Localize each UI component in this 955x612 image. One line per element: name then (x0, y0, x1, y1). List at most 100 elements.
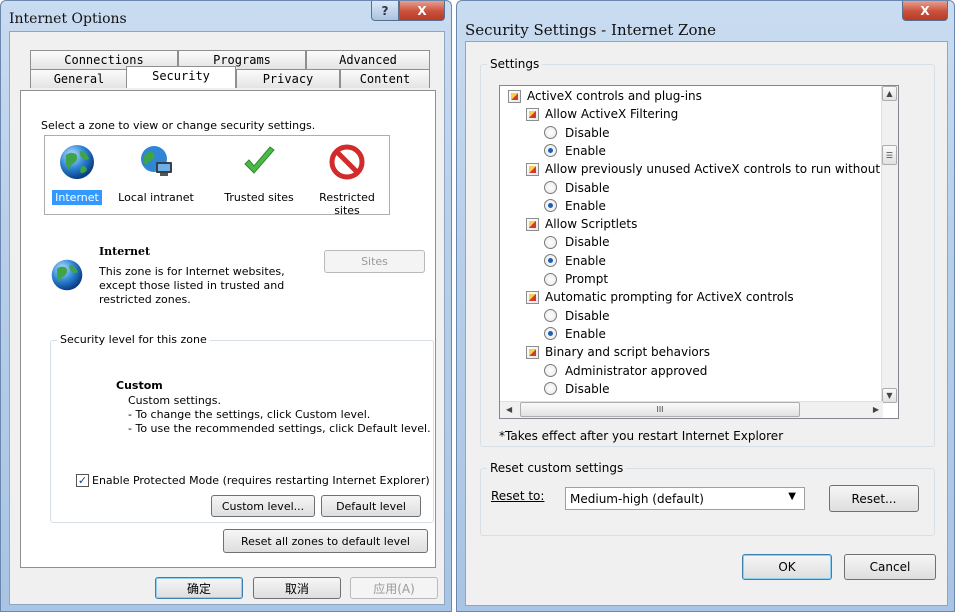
protected-mode-checkbox[interactable]: ✓ (76, 474, 89, 487)
security-tab-panel: Select a zone to view or change security… (20, 90, 436, 568)
dialog-client-area: Settings ActiveX controls and plug-ins Al… (465, 41, 948, 606)
security-settings-window: Security Settings - Internet Zone X Sett… (456, 0, 955, 612)
checkmark-icon (244, 146, 275, 174)
setting-option[interactable]: Disable (544, 380, 610, 398)
radio-selected-icon[interactable] (544, 254, 557, 268)
settings-list[interactable]: ActiveX controls and plug-ins Allow Activ… (499, 85, 899, 419)
reset-button[interactable]: Reset... (829, 485, 919, 512)
reset-custom-group: Reset custom settings Reset to: Medium-h… (480, 461, 935, 536)
setting-item: Allow Scriptlets (526, 215, 637, 233)
ok-button[interactable]: 确定 (155, 577, 243, 599)
zone-restricted-sites[interactable]: Restricted sites (305, 142, 389, 217)
custom-level-button[interactable]: Custom level... (211, 495, 315, 517)
default-level-button[interactable]: Default level (321, 495, 421, 517)
settings-shield-icon (526, 345, 539, 359)
hscroll-thumb[interactable]: III (520, 402, 800, 417)
select-zone-instruction: Select a zone to view or change security… (41, 119, 316, 132)
setting-text: Prompt (565, 272, 609, 286)
zone-trusted-sites[interactable]: Trusted sites (217, 142, 301, 204)
help-button[interactable]: ? (371, 1, 399, 21)
setting-text: Enable (565, 143, 606, 158)
settings-label: Settings (487, 57, 543, 71)
radio-selected-icon[interactable] (544, 327, 557, 341)
protected-mode-row: ✓ Enable Protected Mode (requires restar… (76, 474, 430, 487)
tab-content[interactable]: Content (340, 69, 430, 88)
setting-option[interactable]: Disable (544, 179, 610, 197)
close-button[interactable]: X (399, 1, 445, 21)
zone-label: Internet (52, 190, 102, 205)
settings-shield-icon (526, 162, 539, 176)
radio-icon[interactable] (544, 364, 557, 377)
setting-option[interactable]: Enable (544, 197, 606, 215)
setting-option[interactable]: Enable (544, 142, 606, 160)
setting-option[interactable]: Administrator approved (544, 362, 707, 380)
close-button[interactable]: X (902, 1, 948, 21)
setting-item: Allow ActiveX Filtering (526, 105, 678, 123)
scroll-down-icon[interactable]: ▼ (882, 388, 897, 403)
zone-label: Local intranet (118, 191, 194, 204)
vertical-scrollbar[interactable]: ▲ ☰ ▼ (881, 86, 898, 403)
tab-privacy[interactable]: Privacy (236, 69, 340, 88)
zone-internet[interactable]: Internet (47, 142, 107, 205)
radio-icon[interactable] (544, 309, 557, 323)
sites-button[interactable]: Sites (324, 250, 425, 273)
setting-option[interactable]: Enable (544, 252, 606, 270)
reset-to-label: Reset to: (491, 489, 545, 503)
intranet-icon (141, 146, 172, 176)
internet-options-window: Internet Options ? X Connections Program… (0, 0, 452, 612)
setting-item: Binary and script behaviors (526, 343, 710, 361)
reset-all-zones-button[interactable]: Reset all zones to default level (223, 529, 428, 553)
setting-text: Administrator approved (565, 363, 708, 378)
zone-name: Internet (99, 245, 151, 258)
hscroll-thumb-grip-icon: III (656, 405, 664, 414)
help-icon: ? (381, 3, 389, 18)
reset-to-select[interactable]: Medium-high (default) ▼ (565, 487, 805, 510)
window-title: Internet Options (9, 11, 127, 27)
cancel-button[interactable]: 取消 (253, 577, 341, 599)
prohibited-icon (329, 144, 365, 180)
window-title: Security Settings - Internet Zone (465, 21, 717, 39)
close-icon: X (417, 3, 427, 18)
level-line1: Custom settings. (128, 394, 222, 407)
setting-text: Disable (565, 125, 610, 140)
radio-selected-icon[interactable] (544, 144, 557, 158)
radio-icon[interactable] (544, 272, 557, 286)
scroll-thumb[interactable]: ☰ (882, 145, 897, 165)
setting-text: Enable (565, 198, 606, 213)
tab-security[interactable]: Security (126, 66, 236, 88)
tab-advanced[interactable]: Advanced (306, 50, 430, 69)
setting-option[interactable]: Disable (544, 233, 610, 251)
setting-text: Disable (565, 235, 610, 250)
radio-icon[interactable] (544, 235, 557, 249)
setting-text: Automatic prompting for ActiveX controls (545, 290, 794, 305)
scroll-right-icon[interactable]: ▶ (873, 405, 879, 414)
apply-button[interactable]: 应用(A) (350, 577, 438, 599)
radio-icon[interactable] (544, 181, 557, 194)
setting-option[interactable]: Disable (544, 307, 610, 325)
radio-icon[interactable] (544, 382, 557, 396)
setting-item: Allow previously unused ActiveX controls… (526, 160, 898, 178)
cancel-button[interactable]: Cancel (844, 554, 936, 580)
setting-category: ActiveX controls and plug-ins (508, 87, 702, 105)
radio-selected-icon[interactable] (544, 199, 557, 213)
setting-text: Allow Scriptlets (545, 217, 638, 232)
setting-option[interactable]: Prompt (544, 270, 608, 288)
settings-shield-icon (526, 107, 539, 121)
tab-general[interactable]: General (30, 69, 128, 88)
caption-buttons: X (902, 1, 948, 21)
settings-shield-icon (526, 290, 539, 304)
ok-button[interactable]: OK (742, 554, 832, 580)
setting-text: Disable (565, 308, 610, 323)
radio-icon[interactable] (544, 126, 557, 140)
setting-option[interactable]: Disable (544, 124, 610, 142)
scroll-left-icon[interactable]: ◀ (506, 405, 512, 414)
zone-list[interactable]: Internet Local intranet Trusted sites Re… (44, 135, 390, 217)
zone-label: Trusted sites (224, 191, 294, 204)
scroll-up-icon[interactable]: ▲ (882, 86, 897, 101)
horizontal-scrollbar[interactable]: ◀ III ▶ (500, 401, 883, 418)
zone-local-intranet[interactable]: Local intranet (113, 142, 199, 204)
setting-text: Binary and script behaviors (545, 345, 710, 360)
caption-buttons: ? X (371, 1, 445, 21)
setting-option[interactable]: Enable (544, 325, 606, 343)
protected-mode-label: Enable Protected Mode (requires restarti… (92, 474, 430, 487)
